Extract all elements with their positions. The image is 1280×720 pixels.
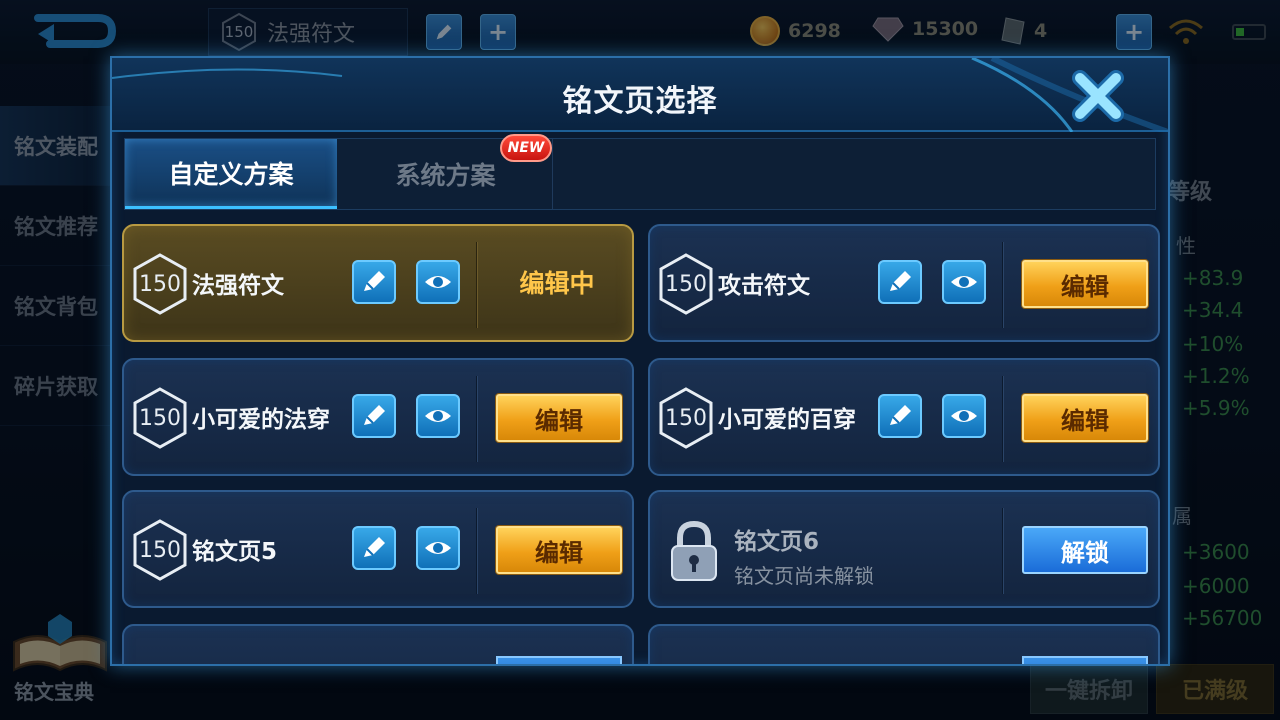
eye-icon	[425, 410, 451, 422]
plan-tabs: 自定义方案 系统方案	[124, 138, 1156, 210]
rename-button[interactable]	[878, 260, 922, 304]
rune-page-card-2[interactable]: 150 攻击符文 编辑	[648, 224, 1160, 342]
editing-status: 编辑中	[519, 269, 595, 298]
page-level: 150	[139, 271, 181, 297]
preview-button[interactable]	[942, 394, 986, 438]
rename-button[interactable]	[352, 260, 396, 304]
preview-button[interactable]	[416, 526, 460, 570]
page-name: 攻击符文	[718, 273, 810, 299]
eye-icon	[951, 276, 977, 288]
eye-icon	[951, 410, 977, 422]
pencil-icon	[890, 271, 911, 291]
pencil-icon	[364, 405, 385, 425]
page-level: 150	[665, 271, 707, 297]
unlock-button-partial[interactable]	[1022, 656, 1148, 664]
level-hex-icon: 150	[130, 252, 190, 316]
card-divider	[1002, 508, 1004, 594]
level-hex-icon: 150	[130, 518, 190, 582]
card-divider	[476, 242, 478, 328]
pencil-icon	[364, 271, 385, 291]
level-hex-icon: 150	[130, 386, 190, 450]
level-hex-icon: 150	[656, 252, 716, 316]
rune-page-card-8-partial[interactable]	[648, 624, 1160, 664]
page-name: 小可爱的法穿	[192, 407, 330, 433]
new-badge: NEW	[500, 134, 552, 162]
lock-icon	[671, 520, 717, 581]
page-name: 铭文页5	[192, 539, 278, 565]
rename-button[interactable]	[352, 394, 396, 438]
eye-icon	[425, 542, 451, 554]
page-name: 小可爱的百穿	[718, 407, 856, 433]
edit-button[interactable]: 编辑	[1022, 260, 1148, 308]
modal-header: 铭文页选择	[112, 58, 1168, 132]
unlock-button-partial[interactable]	[496, 656, 622, 664]
preview-button[interactable]	[416, 394, 460, 438]
rune-page-select-modal: 铭文页选择 自定义方案 系统方案 NEW 150 法强符文 编辑中 150 攻击…	[110, 56, 1170, 666]
pencil-icon	[364, 537, 385, 557]
rune-page-card-1[interactable]: 150 法强符文 编辑中	[122, 224, 634, 342]
rune-page-card-6-locked[interactable]: 铭文页6 铭文页尚未解锁 解锁	[648, 490, 1160, 608]
rune-page-card-3[interactable]: 150 小可爱的法穿 编辑	[122, 358, 634, 476]
page-name: 铭文页6	[734, 529, 820, 555]
card-divider	[1002, 376, 1004, 462]
tab-custom-plan[interactable]: 自定义方案	[125, 139, 337, 209]
rename-button[interactable]	[878, 394, 922, 438]
edit-button[interactable]: 编辑	[1022, 394, 1148, 442]
level-hex-icon: 150	[656, 386, 716, 450]
unlock-button[interactable]: 解锁	[1022, 526, 1148, 574]
rune-page-card-5[interactable]: 150 铭文页5 编辑	[122, 490, 634, 608]
pencil-icon	[890, 405, 911, 425]
page-level: 150	[139, 405, 181, 431]
page-name: 法强符文	[192, 273, 284, 299]
card-divider	[476, 508, 478, 594]
edit-button[interactable]: 编辑	[496, 526, 622, 574]
rune-page-card-4[interactable]: 150 小可爱的百穿 编辑	[648, 358, 1160, 476]
preview-button[interactable]	[942, 260, 986, 304]
page-level: 150	[665, 405, 707, 431]
page-level: 150	[139, 537, 181, 563]
rename-button[interactable]	[352, 526, 396, 570]
modal-title: 铭文页选择	[562, 84, 718, 119]
close-icon[interactable]	[1070, 68, 1126, 124]
edit-button[interactable]: 编辑	[496, 394, 622, 442]
locked-description: 铭文页尚未解锁	[734, 564, 874, 588]
eye-icon	[425, 276, 451, 288]
rune-page-card-7-partial[interactable]	[122, 624, 634, 664]
card-divider	[1002, 242, 1004, 328]
preview-button[interactable]	[416, 260, 460, 304]
card-divider	[476, 376, 478, 462]
